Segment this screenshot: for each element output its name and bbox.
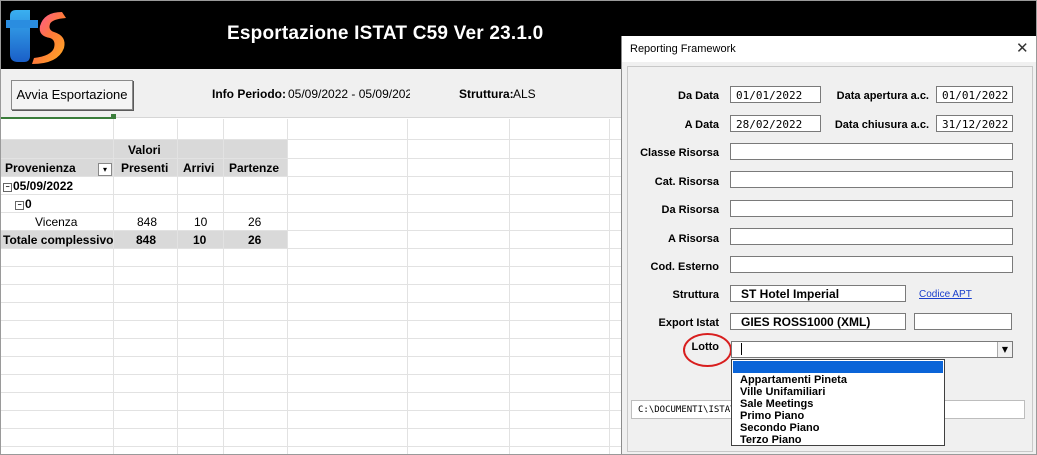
dialog-titlebar[interactable]: Reporting Framework ✕ (622, 36, 1036, 62)
struttura-field[interactable]: ST Hotel Imperial (730, 285, 906, 302)
text-caret (741, 343, 742, 355)
period-value: 05/09/2022 - 05/09/2022 (288, 87, 410, 101)
filter-icon[interactable]: ▾ (98, 163, 112, 176)
pivot-row-partenze: 26 (248, 215, 262, 229)
pivot-group-date-label: 05/09/2022 (13, 179, 74, 193)
data-apertura-field[interactable]: 01/01/2022 (936, 86, 1013, 103)
app-title: Esportazione ISTAT C59 Ver 23.1.0 (227, 23, 544, 44)
cod-esterno-label: Cod. Esterno (650, 261, 719, 273)
a-risorsa-field[interactable] (730, 228, 1013, 245)
grid-col-line (509, 119, 510, 454)
spreadsheet[interactable]: Valori Provenienza ▾ Presenti Arrivi Par… (1, 119, 621, 454)
da-risorsa-field[interactable] (730, 200, 1013, 217)
collapse-icon[interactable]: − (15, 201, 24, 210)
pivot-col-presenti: Presenti (121, 161, 169, 175)
grid-row-line (1, 446, 621, 447)
pivot-total-partenze: 26 (248, 233, 262, 247)
grid-row-line (1, 320, 621, 321)
pivot-col-arrivi: Arrivi (183, 161, 215, 175)
grid-row-line (1, 176, 621, 177)
pivot-row-header: Provenienza (5, 161, 76, 175)
export-istat-label: Export Istat (658, 317, 719, 329)
a-risorsa-label: A Risorsa (668, 233, 719, 245)
grid-row-line (1, 212, 621, 213)
cod-esterno-field[interactable] (730, 256, 1013, 273)
cat-risorsa-label: Cat. Risorsa (654, 176, 719, 188)
classe-risorsa-field[interactable] (730, 143, 1013, 160)
close-icon[interactable]: ✕ (1016, 39, 1029, 57)
data-chiusura-field[interactable]: 31/12/2022 (936, 115, 1013, 132)
grid-col-line (223, 119, 224, 454)
pivot-total-arrivi: 10 (193, 233, 207, 247)
pivot-total-label: Totale complessivo (3, 233, 114, 247)
pivot-row-arrivi: 10 (194, 215, 208, 229)
grid-row-line (1, 194, 621, 195)
grid-row-line (1, 230, 621, 231)
lotto-option[interactable]: Appartamenti Pineta (740, 374, 847, 386)
pivot-total-presenti: 848 (136, 233, 157, 247)
dropdown-arrow-icon[interactable]: ▼ (997, 342, 1012, 357)
collapse-icon[interactable]: − (3, 183, 12, 192)
data-chiusura-label: Data chiusura a.c. (834, 119, 929, 131)
data-apertura-label: Data apertura a.c. (836, 90, 929, 102)
grid-row-line (1, 284, 621, 285)
export-istat-field[interactable]: GIES ROSS1000 (XML) (730, 313, 906, 330)
grid-row-line (1, 428, 621, 429)
lotto-option[interactable]: Ville Unifamiliari (740, 386, 825, 398)
lotto-option[interactable]: Secondo Piano (740, 422, 819, 434)
app-window: Esportazione ISTAT C59 Ver 23.1.0 Avvia … (0, 0, 1037, 455)
export-istat-extra-field[interactable] (914, 313, 1012, 330)
da-data-field[interactable]: 01/01/2022 (730, 86, 821, 103)
dialog-title: Reporting Framework (630, 43, 736, 55)
grid-row-line (1, 158, 621, 159)
da-data-label: Da Data (678, 90, 719, 102)
structure-label: Struttura: (459, 87, 514, 101)
grid-row-line (1, 139, 621, 140)
pivot-subgroup-label: 0 (25, 197, 32, 211)
grid-row-line (1, 392, 621, 393)
a-data-field[interactable]: 28/02/2022 (730, 115, 821, 132)
grid-row-line (1, 248, 621, 249)
pivot-row-presenti: 848 (137, 215, 158, 229)
pivot-row-label: Vicenza (35, 215, 78, 229)
grid-row-line (1, 374, 621, 375)
struttura-label: Struttura (672, 289, 719, 301)
lotto-options-list[interactable]: Appartamenti Pineta Ville Unifamiliari S… (731, 359, 945, 446)
grid-col-line (177, 119, 178, 454)
lotto-option[interactable]: Primo Piano (740, 410, 804, 422)
pivot-subgroup[interactable]: −0 (15, 197, 32, 211)
grid-row-line (1, 410, 621, 411)
ts-logo-icon (6, 10, 66, 64)
pivot-values-header: Valori (128, 143, 161, 157)
grid-row-line (1, 338, 621, 339)
a-data-label: A Data (684, 119, 719, 131)
grid-row-line (1, 266, 621, 267)
lotto-option-selected[interactable] (733, 361, 943, 373)
grid-col-line (287, 119, 288, 454)
grid-col-line (407, 119, 408, 454)
grid-col-line (113, 119, 114, 454)
grid-row-line (1, 356, 621, 357)
pivot-group-date[interactable]: −05/09/2022 (3, 179, 73, 193)
pivot-col-partenze: Partenze (229, 161, 280, 175)
da-risorsa-label: Da Risorsa (661, 204, 719, 216)
codice-apt-link[interactable]: Codice APT (919, 289, 972, 300)
period-label: Info Periodo: (212, 87, 286, 101)
start-export-button[interactable]: Avvia Esportazione (11, 80, 133, 110)
grid-col-line (609, 119, 610, 454)
grid-row-line (1, 302, 621, 303)
lotto-option[interactable]: Terzo Piano (740, 434, 802, 446)
structure-value: ALS (513, 87, 536, 101)
annotation-circle (683, 333, 732, 367)
lotto-option[interactable]: Sale Meetings (740, 398, 813, 410)
lotto-dropdown[interactable]: ▼ (731, 341, 1013, 358)
classe-risorsa-label: Classe Risorsa (640, 147, 719, 159)
cat-risorsa-field[interactable] (730, 171, 1013, 188)
